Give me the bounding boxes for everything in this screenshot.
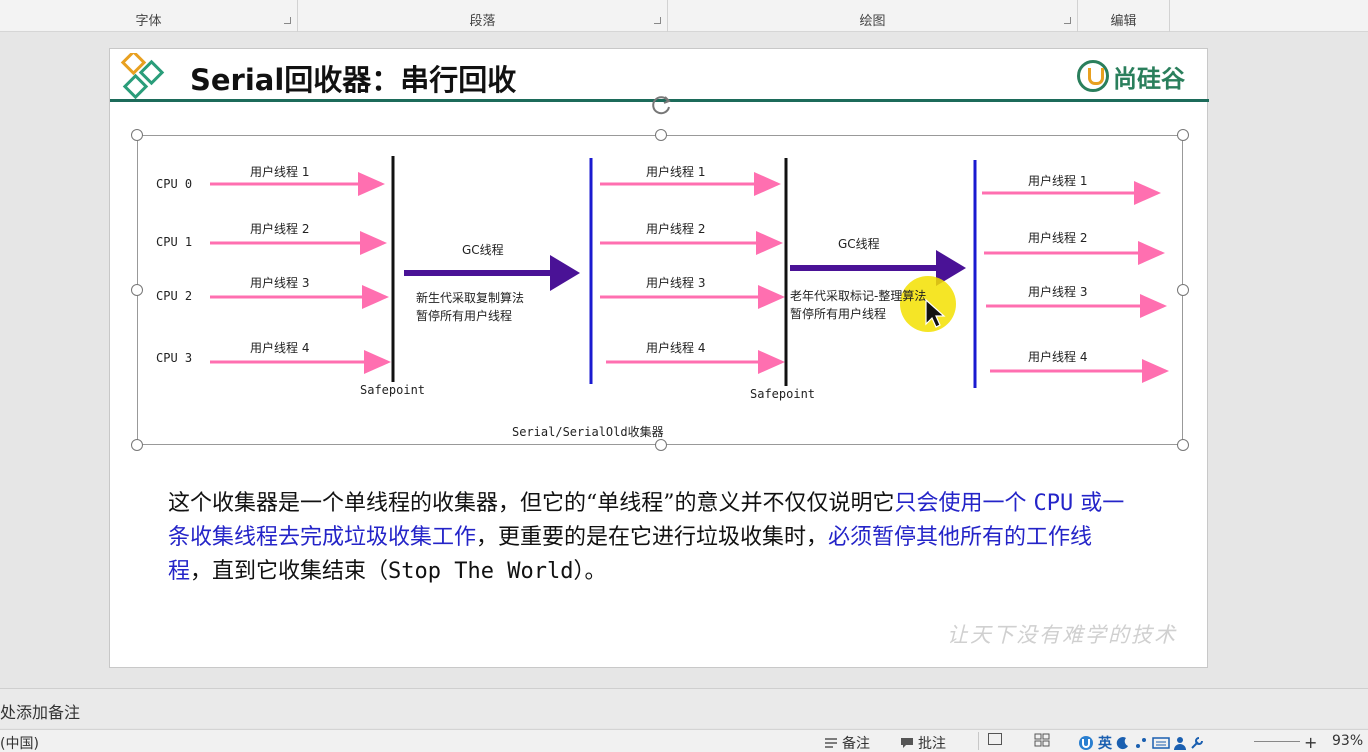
notes-pane[interactable]: 处添加备注: [0, 688, 1368, 728]
plus-icon: +: [1304, 733, 1318, 752]
resize-handle-bottom[interactable]: [655, 439, 667, 451]
ribbon-group-label: 段落: [469, 14, 496, 29]
language-label: (中国): [0, 736, 39, 752]
body-paragraph[interactable]: 这个收集器是一个单线程的收集器，但它的“单线程”的意义并不仅仅说明它只会使用一个…: [168, 487, 1128, 589]
ribbon-group-paragraph: 段落: [298, 0, 668, 32]
user-thread-label: 用户线程 1: [646, 164, 705, 179]
zoom-level-label: 93%: [1332, 733, 1364, 749]
slide-watermark: 让天下没有难学的技术: [947, 623, 1177, 647]
ribbon-group-label: 绘图: [859, 14, 886, 29]
body-text-run: ，更重要的是在它进行垃圾收集时，: [476, 525, 829, 550]
body-text-run: ，直到它收集结束（: [190, 559, 389, 584]
user-thread-label: 用户线程 2: [1028, 230, 1087, 245]
user-thread-label: 用户线程 1: [1028, 173, 1087, 188]
cpu-label: CPU 0: [156, 177, 192, 191]
serial-gc-diagram[interactable]: CPU 0 CPU 1 CPU 2 CPU 3 用户线程 1 用户线程 2 用户…: [131, 96, 1189, 451]
safepoint-label: Safepoint: [750, 387, 815, 401]
diagram-drawing: CPU 0 CPU 1 CPU 2 CPU 3 用户线程 1 用户线程 2 用户…: [156, 156, 1169, 439]
slide-sorter-button[interactable]: [1034, 733, 1050, 747]
status-divider: [978, 732, 979, 750]
resize-handle-right[interactable]: [1177, 284, 1189, 296]
resize-handle-left[interactable]: [131, 284, 143, 296]
young-gc-note: 新生代采取复制算法: [416, 290, 524, 305]
diamond-logo-icon: [120, 53, 165, 100]
ime-logo-icon: [1079, 736, 1093, 750]
ribbon-group-label: 编辑: [1110, 14, 1137, 29]
notes-placeholder: 处添加备注: [0, 703, 81, 722]
rotate-handle-icon[interactable]: [648, 92, 674, 118]
dialog-launcher-icon[interactable]: [654, 17, 661, 24]
cpu-label: CPU 2: [156, 289, 192, 303]
language-indicator[interactable]: (中国): [0, 733, 39, 752]
body-text-highlight: CPU: [1033, 491, 1074, 516]
brand-logo: 尚硅谷: [1077, 59, 1185, 93]
body-text-run: ）。: [573, 559, 607, 584]
body-text-code: Stop The World: [388, 559, 574, 584]
dialog-launcher-icon[interactable]: [284, 17, 291, 24]
normal-view-button[interactable]: [988, 733, 1002, 745]
old-gc-note: 老年代采取标记-整理算法: [790, 288, 926, 303]
zoom-level[interactable]: 93%: [1332, 733, 1363, 749]
user-thread-label: 用户线程 3: [1028, 284, 1087, 299]
wrench-icon: [1191, 737, 1203, 749]
user-icon: [1174, 737, 1186, 750]
resize-handle-top-left[interactable]: [131, 129, 143, 141]
user-thread-label: 用户线程 2: [646, 221, 705, 236]
gc-thread-label: GC线程: [838, 236, 880, 251]
resize-handle-top[interactable]: [655, 129, 667, 141]
comments-button[interactable]: 批注: [900, 733, 946, 752]
resize-handle-bottom-left[interactable]: [131, 439, 143, 451]
punctuation-icon: [1136, 738, 1146, 748]
user-thread-label: 用户线程 4: [646, 340, 705, 355]
ribbon-group-label: 字体: [135, 14, 162, 29]
resize-handle-top-right[interactable]: [1177, 129, 1189, 141]
slide[interactable]: Serial回收器：串行回收 尚硅谷 CPU 0 CPU 1 CPU 2 CPU…: [109, 48, 1209, 668]
body-text-highlight: 只会使用一个: [894, 491, 1034, 516]
dialog-launcher-icon[interactable]: [1064, 17, 1071, 24]
diagram-caption: Serial/SerialOld收集器: [512, 424, 664, 439]
gc-thread-label: GC线程: [462, 242, 504, 257]
user-thread-label: 用户线程 3: [250, 275, 309, 290]
comment-icon: [901, 738, 913, 748]
cpu-label: CPU 3: [156, 351, 192, 365]
brand-name: 尚硅谷: [1113, 64, 1185, 93]
resize-handle-bottom-right[interactable]: [1177, 439, 1189, 451]
zoom-in-button[interactable]: +: [1304, 733, 1317, 752]
comments-button-label: 批注: [918, 736, 946, 752]
keyboard-icon: [1152, 737, 1170, 749]
moon-icon: [1116, 737, 1128, 750]
ribbon-group-font: 字体: [0, 0, 298, 32]
ribbon-group-drawing: 绘图: [668, 0, 1078, 32]
old-gc-note: 暂停所有用户线程: [790, 306, 886, 321]
cpu-label: CPU 1: [156, 235, 192, 249]
notes-icon: [825, 738, 837, 748]
status-bar: (中国) 备注 批注 英 + 93%: [0, 729, 1368, 752]
brand-u-icon: [1077, 60, 1109, 92]
ime-mode-label: 英: [1098, 736, 1112, 752]
user-thread-label: 用户线程 4: [250, 340, 309, 355]
slide-title[interactable]: Serial回收器：串行回收: [190, 57, 516, 99]
safepoint-label: Safepoint: [360, 383, 425, 397]
zoom-slider[interactable]: [1254, 741, 1300, 742]
user-thread-label: 用户线程 1: [250, 164, 309, 179]
slide-sorter-icon: [1034, 733, 1050, 747]
user-thread-label: 用户线程 2: [250, 221, 309, 236]
body-text-run: 这个收集器是一个单线程的收集器，但它的“单线程”的意义并不仅仅说明它: [168, 491, 895, 516]
notes-button[interactable]: 备注: [824, 733, 870, 752]
young-gc-note: 暂停所有用户线程: [416, 308, 512, 323]
ribbon-group-editing: 编辑: [1078, 0, 1170, 32]
user-thread-label: 用户线程 3: [646, 275, 705, 290]
user-thread-label: 用户线程 4: [1028, 349, 1087, 364]
notes-button-label: 备注: [842, 736, 870, 752]
ribbon: 字体 段落 绘图 编辑: [0, 0, 1368, 32]
normal-view-icon: [988, 733, 1002, 745]
ime-toolbar[interactable]: 英: [1078, 733, 1204, 752]
